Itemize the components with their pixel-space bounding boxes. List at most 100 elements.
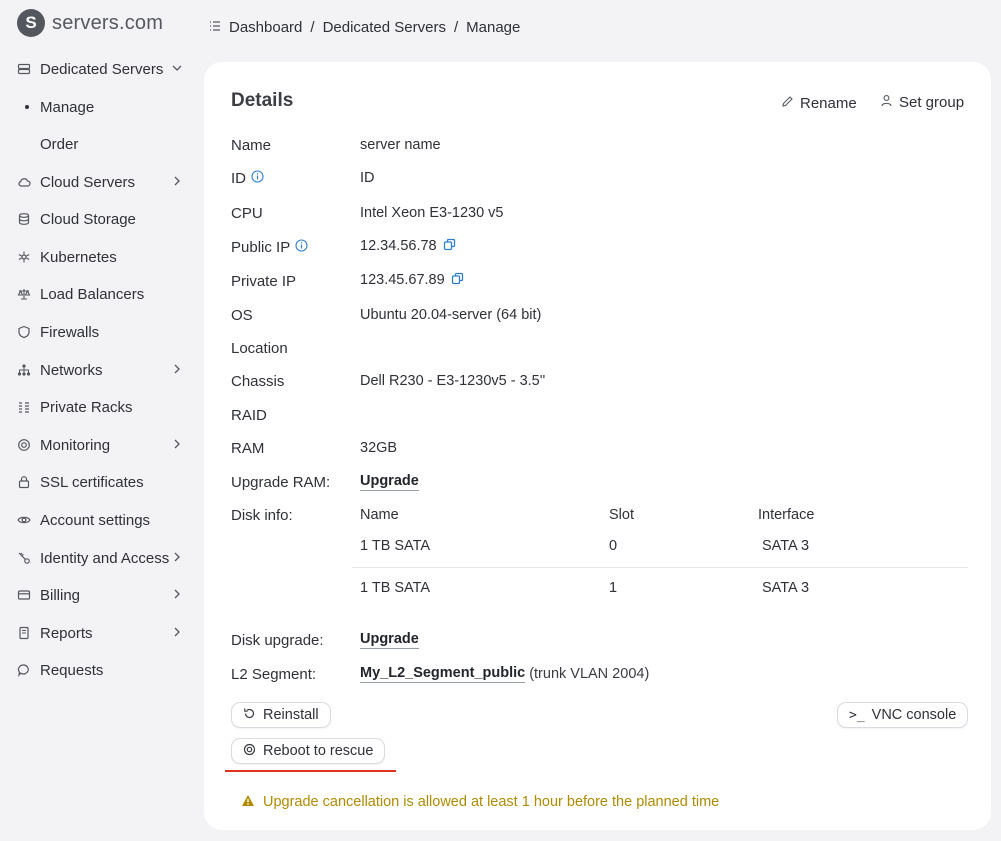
breadcrumb-item-dedicated-servers[interactable]: Dedicated Servers <box>323 19 446 36</box>
copy-icon[interactable] <box>443 238 456 255</box>
disk-table-divider <box>352 567 968 568</box>
ram-value: 32GB <box>360 440 398 456</box>
upgrade-ram-link[interactable]: Upgrade <box>360 473 419 491</box>
disk-column-interface: Interface <box>758 507 815 523</box>
eye-icon <box>17 513 31 527</box>
l2-segment-link[interactable]: My_L2_Segment_public <box>360 665 526 683</box>
sidebar-item-label: Monitoring <box>40 436 111 454</box>
public-ip-label: Public IP <box>231 238 291 256</box>
disk-column-slot: Slot <box>609 507 634 523</box>
lifebuoy-icon <box>243 743 256 760</box>
disk-row-0-name: 1 TB SATA <box>360 538 431 554</box>
sidebar-item-kubernetes[interactable]: Kubernetes <box>0 242 195 272</box>
id-label: ID <box>231 169 246 187</box>
sidebar-item-monitoring[interactable]: Monitoring <box>0 430 195 460</box>
sidebar-item-label: Cloud Storage <box>40 210 136 228</box>
sidebar-item-requests[interactable]: Requests <box>0 655 195 685</box>
sidebar-item-identity-and-access[interactable]: Identity and Access <box>0 543 195 573</box>
highlight-underline <box>225 770 396 772</box>
chassis-label: Chassis <box>231 372 285 390</box>
l2-segment-label: L2 Segment: <box>231 665 317 683</box>
reboot-to-rescue-button[interactable]: Reboot to rescue <box>231 738 386 764</box>
sidebar-item-manage[interactable]: Manage <box>0 92 195 122</box>
rack-icon <box>17 400 31 414</box>
sidebar-item-load-balancers[interactable]: Load Balancers <box>0 279 195 309</box>
sidebar-item-label: Account settings <box>40 511 151 529</box>
info-icon[interactable] <box>295 238 308 256</box>
reinstall-button[interactable]: Reinstall <box>231 702 331 728</box>
sidebar-item-dedicated-servers[interactable]: Dedicated Servers <box>0 54 195 84</box>
sidebar-item-ssl-certificates[interactable]: SSL certificates <box>0 467 195 497</box>
sidebar-item-private-racks[interactable]: Private Racks <box>0 392 195 422</box>
terminal-icon: >_ <box>849 707 865 723</box>
rename-button[interactable]: Rename <box>781 92 857 114</box>
os-label: OS <box>231 306 253 324</box>
disk-row-1-interface: SATA 3 <box>762 580 810 596</box>
vnc-console-button[interactable]: >_ VNC console <box>837 702 969 728</box>
reboot-to-rescue-label: Reboot to rescue <box>263 743 374 759</box>
disk-column-name: Name <box>360 507 399 523</box>
logo-text: servers.com <box>52 11 164 34</box>
l2-segment-suffix: (trunk VLAN 2004) <box>529 666 650 682</box>
details-card: Details Rename Set group Name server nam… <box>204 62 991 830</box>
sidebar-item-reports[interactable]: Reports <box>0 618 195 648</box>
public-ip-row-value: 12.34.56.78 <box>360 236 456 256</box>
raid-label: RAID <box>231 406 267 424</box>
chevron-right-icon <box>170 587 184 601</box>
rename-label: Rename <box>800 94 857 112</box>
scale-icon <box>17 287 31 301</box>
l2-segment-value: My_L2_Segment_public (trunk VLAN 2004) <box>360 664 649 684</box>
monitor-icon <box>17 438 31 452</box>
disk-upgrade-label: Disk upgrade: <box>231 631 324 649</box>
brand-logo[interactable]: S servers.com <box>17 9 163 37</box>
pencil-icon <box>781 95 794 112</box>
copy-icon[interactable] <box>451 272 464 289</box>
chevron-right-icon <box>170 550 184 564</box>
breadcrumb-separator: / <box>453 18 459 36</box>
sidebar-item-networks[interactable]: Networks <box>0 355 195 385</box>
breadcrumb: Dashboard / Dedicated Servers / Manage <box>209 16 520 38</box>
disk-upgrade-link[interactable]: Upgrade <box>360 631 419 649</box>
refresh-icon <box>243 707 256 724</box>
chassis-value: Dell R230 - E3-1230v5 - 3.5'' <box>360 373 546 389</box>
chevron-right-icon <box>170 174 184 188</box>
sidebar-item-label: Private Racks <box>40 398 133 416</box>
disk-row-0-interface: SATA 3 <box>762 538 810 554</box>
page-title: Details <box>231 90 294 111</box>
shield-icon <box>17 325 31 339</box>
set-group-button[interactable]: Set group <box>880 91 964 113</box>
name-label: Name <box>231 136 272 154</box>
private-ip-label: Private IP <box>231 272 297 290</box>
breadcrumb-list-icon <box>209 19 221 36</box>
public-ip-value: 12.34.56.78 <box>360 238 437 254</box>
sidebar-item-order[interactable]: Order <box>0 129 195 159</box>
sidebar-item-label: Order <box>40 135 79 153</box>
upgrade-ram-label: Upgrade RAM: <box>231 473 331 491</box>
sidebar-item-label: Manage <box>40 98 95 116</box>
sidebar-item-label: Reports <box>40 624 93 642</box>
name-value: server name <box>360 137 441 153</box>
upgrade-warning: Upgrade cancellation is allowed at least… <box>241 792 719 812</box>
user-icon <box>880 94 893 111</box>
cloud-icon <box>17 175 31 189</box>
lock-icon <box>17 475 31 489</box>
sidebar-item-billing[interactable]: Billing <box>0 580 195 610</box>
breadcrumb-item-dashboard[interactable]: Dashboard <box>229 19 302 36</box>
breadcrumb-item-manage: Manage <box>466 18 521 36</box>
sidebar-item-cloud-servers[interactable]: Cloud Servers <box>0 167 195 197</box>
chevron-right-icon <box>170 437 184 451</box>
card-icon <box>17 588 31 602</box>
id-value: ID <box>360 170 375 186</box>
sidebar-item-label: Kubernetes <box>40 248 117 266</box>
disk-row-1-slot: 1 <box>609 580 618 596</box>
sidebar-item-account-settings[interactable]: Account settings <box>0 505 195 535</box>
location-label: Location <box>231 339 288 357</box>
chevron-right-icon <box>170 362 184 376</box>
sidebar-item-cloud-storage[interactable]: Cloud Storage <box>0 204 195 234</box>
sidebar-item-firewalls[interactable]: Firewalls <box>0 317 195 347</box>
sidebar-item-label: Cloud Servers <box>40 173 136 191</box>
breadcrumb-separator: / <box>310 18 315 36</box>
logo-icon: S <box>17 9 45 37</box>
info-icon[interactable] <box>251 169 264 187</box>
private-ip-value: 123.45.67.89 <box>360 272 445 288</box>
